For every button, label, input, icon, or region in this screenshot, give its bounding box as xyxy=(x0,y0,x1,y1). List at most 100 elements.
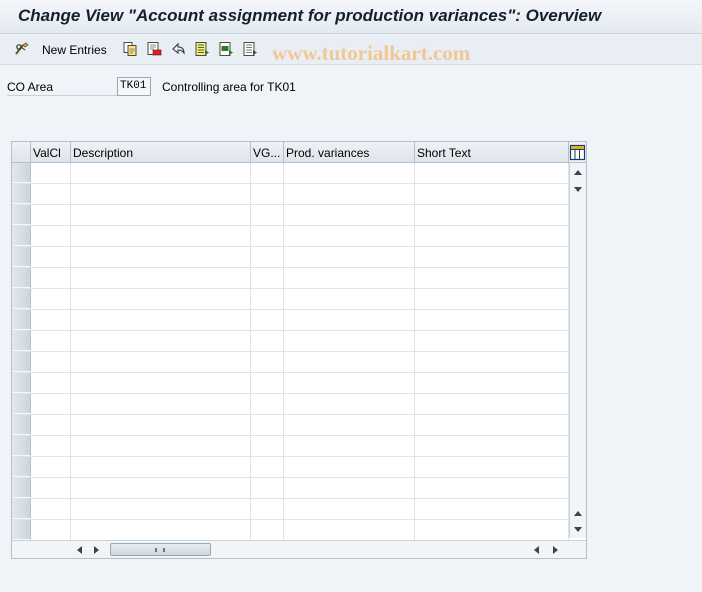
row-selector[interactable] xyxy=(12,520,31,540)
table-cell-valcl[interactable] xyxy=(31,310,71,330)
table-cell-vg[interactable] xyxy=(251,352,284,372)
row-selector[interactable] xyxy=(12,289,31,309)
horizontal-scroll-thumb[interactable] xyxy=(110,543,211,556)
vertical-scrollbar[interactable] xyxy=(569,163,586,538)
table-cell-short_text[interactable] xyxy=(415,436,569,456)
scroll-end-left-icon[interactable] xyxy=(534,546,539,554)
table-cell-vg[interactable] xyxy=(251,478,284,498)
table-cell-vg[interactable] xyxy=(251,457,284,477)
table-cell-vg[interactable] xyxy=(251,394,284,414)
table-cell-prod_variances[interactable] xyxy=(284,247,415,267)
table-cell-valcl[interactable] xyxy=(31,289,71,309)
table-cell-short_text[interactable] xyxy=(415,499,569,519)
co-area-field[interactable]: TK01 xyxy=(117,77,151,96)
glasses-edit-icon[interactable] xyxy=(14,41,30,57)
table-cell-description[interactable] xyxy=(71,373,251,393)
table-cell-short_text[interactable] xyxy=(415,184,569,204)
column-header-description[interactable]: Description xyxy=(71,142,251,163)
row-selector[interactable] xyxy=(12,457,31,477)
table-cell-prod_variances[interactable] xyxy=(284,331,415,351)
table-cell-vg[interactable] xyxy=(251,289,284,309)
table-cell-vg[interactable] xyxy=(251,520,284,540)
table-cell-description[interactable] xyxy=(71,499,251,519)
table-cell-short_text[interactable] xyxy=(415,415,569,435)
table-cell-prod_variances[interactable] xyxy=(284,394,415,414)
row-selector[interactable] xyxy=(12,499,31,519)
table-cell-vg[interactable] xyxy=(251,268,284,288)
table-cell-prod_variances[interactable] xyxy=(284,268,415,288)
table-cell-description[interactable] xyxy=(71,205,251,225)
table-cell-short_text[interactable] xyxy=(415,205,569,225)
table-cell-valcl[interactable] xyxy=(31,394,71,414)
table-cell-description[interactable] xyxy=(71,394,251,414)
table-cell-description[interactable] xyxy=(71,268,251,288)
table-cell-short_text[interactable] xyxy=(415,331,569,351)
table-cell-description[interactable] xyxy=(71,436,251,456)
table-cell-valcl[interactable] xyxy=(31,457,71,477)
table-cell-vg[interactable] xyxy=(251,205,284,225)
select-all-icon[interactable] xyxy=(194,41,210,57)
column-header-prod-variances[interactable]: Prod. variances xyxy=(284,142,415,163)
table-cell-description[interactable] xyxy=(71,289,251,309)
table-cell-short_text[interactable] xyxy=(415,247,569,267)
scroll-down-icon[interactable] xyxy=(574,187,582,192)
table-cell-prod_variances[interactable] xyxy=(284,457,415,477)
table-cell-vg[interactable] xyxy=(251,499,284,519)
table-cell-short_text[interactable] xyxy=(415,373,569,393)
table-cell-short_text[interactable] xyxy=(415,394,569,414)
table-cell-vg[interactable] xyxy=(251,415,284,435)
copy-icon[interactable] xyxy=(122,41,138,57)
table-cell-description[interactable] xyxy=(71,310,251,330)
table-cell-prod_variances[interactable] xyxy=(284,373,415,393)
row-selector[interactable] xyxy=(12,310,31,330)
row-selector[interactable] xyxy=(12,268,31,288)
table-cell-prod_variances[interactable] xyxy=(284,352,415,372)
table-cell-vg[interactable] xyxy=(251,163,284,183)
row-selector[interactable] xyxy=(12,352,31,372)
delete-icon[interactable] xyxy=(146,41,162,57)
table-cell-short_text[interactable] xyxy=(415,226,569,246)
row-selector[interactable] xyxy=(12,247,31,267)
table-cell-short_text[interactable] xyxy=(415,310,569,330)
table-cell-short_text[interactable] xyxy=(415,289,569,309)
table-cell-description[interactable] xyxy=(71,478,251,498)
table-cell-vg[interactable] xyxy=(251,247,284,267)
table-cell-short_text[interactable] xyxy=(415,268,569,288)
table-cell-valcl[interactable] xyxy=(31,520,71,540)
table-cell-prod_variances[interactable] xyxy=(284,310,415,330)
table-cell-prod_variances[interactable] xyxy=(284,163,415,183)
row-selector[interactable] xyxy=(12,226,31,246)
table-cell-valcl[interactable] xyxy=(31,478,71,498)
table-cell-valcl[interactable] xyxy=(31,247,71,267)
row-selector[interactable] xyxy=(12,394,31,414)
table-cell-valcl[interactable] xyxy=(31,373,71,393)
table-cell-valcl[interactable] xyxy=(31,268,71,288)
row-selector[interactable] xyxy=(12,331,31,351)
table-settings-icon[interactable] xyxy=(569,143,586,162)
table-cell-vg[interactable] xyxy=(251,331,284,351)
column-header-valcl[interactable]: ValCl xyxy=(31,142,71,163)
table-cell-prod_variances[interactable] xyxy=(284,415,415,435)
scroll-end-right-icon[interactable] xyxy=(553,546,558,554)
table-cell-description[interactable] xyxy=(71,415,251,435)
column-header-vg[interactable]: VG... xyxy=(251,142,284,163)
table-cell-description[interactable] xyxy=(71,226,251,246)
table-cell-valcl[interactable] xyxy=(31,184,71,204)
table-cell-prod_variances[interactable] xyxy=(284,289,415,309)
table-cell-short_text[interactable] xyxy=(415,520,569,540)
table-cell-vg[interactable] xyxy=(251,184,284,204)
deselect-all-icon[interactable] xyxy=(242,41,258,57)
scroll-left-icon[interactable] xyxy=(77,546,82,554)
table-cell-valcl[interactable] xyxy=(31,331,71,351)
table-cell-valcl[interactable] xyxy=(31,415,71,435)
table-cell-prod_variances[interactable] xyxy=(284,205,415,225)
table-cell-prod_variances[interactable] xyxy=(284,436,415,456)
table-cell-short_text[interactable] xyxy=(415,478,569,498)
table-cell-valcl[interactable] xyxy=(31,352,71,372)
row-selector[interactable] xyxy=(12,205,31,225)
table-cell-short_text[interactable] xyxy=(415,457,569,477)
row-selector[interactable] xyxy=(12,373,31,393)
select-block-icon[interactable] xyxy=(218,41,234,57)
table-cell-prod_variances[interactable] xyxy=(284,184,415,204)
row-selector[interactable] xyxy=(12,184,31,204)
